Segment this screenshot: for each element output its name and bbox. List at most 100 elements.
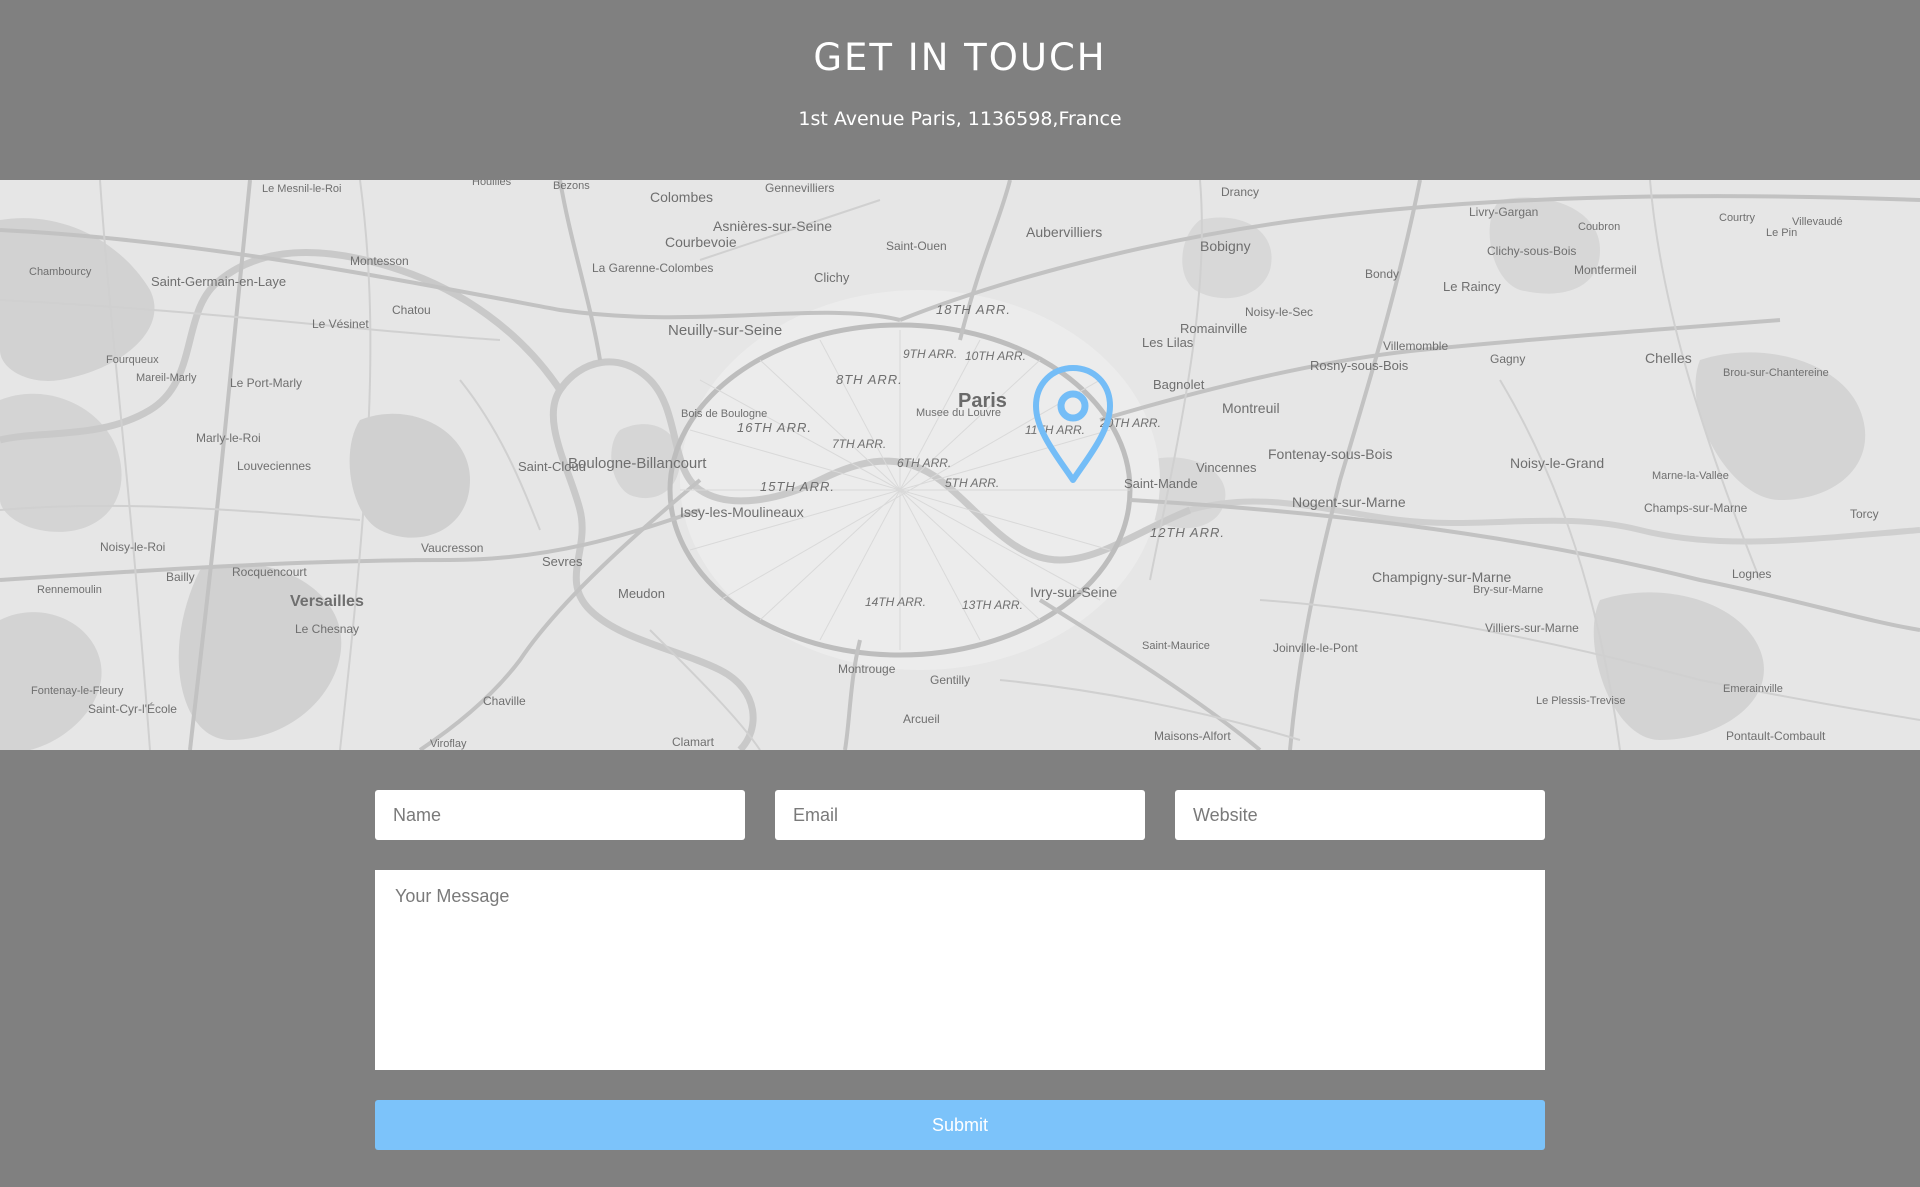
map-label-arcueil: Arcueil (903, 712, 940, 726)
map-label-coubron: Coubron (1578, 221, 1620, 233)
map-label-montrouge: Montrouge (838, 662, 896, 676)
map-label-fontenay: Fontenay-sous-Bois (1268, 446, 1393, 462)
map-label-arr15: 15TH ARR. (760, 479, 835, 494)
map-label-arr16: 16TH ARR. (737, 420, 812, 435)
map-label-chaville: Chaville (483, 694, 526, 708)
map-label-le-vesinet: Le Vésinet (312, 317, 369, 331)
map-label-colombes: Colombes (650, 189, 713, 205)
map-label-saint-ouen: Saint-Ouen (886, 239, 947, 253)
map-label-rocquencourt: Rocquencourt (232, 565, 307, 579)
map-label-courbevoie: Courbevoie (665, 234, 737, 250)
map-label-lognes: Lognes (1732, 567, 1771, 581)
map-label-romainville: Romainville (1180, 321, 1247, 336)
map-label-fontenay-fleury: Fontenay-le-Fleury (31, 685, 124, 697)
map-label-houilles: Houilles (472, 180, 512, 188)
map-label-torcy: Torcy (1850, 507, 1879, 521)
map-label-pontault: Pontault-Combault (1726, 729, 1826, 743)
map-label-arr5: 5TH ARR. (945, 476, 999, 490)
map-label-bagnolet: Bagnolet (1153, 377, 1205, 392)
map-label-bry: Bry-sur-Marne (1473, 584, 1543, 596)
map-label-le-plessis: Le Plessis-Trevise (1536, 695, 1625, 707)
map-label-noisy-le-sec: Noisy-le-Sec (1245, 305, 1313, 319)
map-label-nogent: Nogent-sur-Marne (1292, 494, 1406, 510)
map-label-arr14: 14TH ARR. (865, 595, 926, 609)
map-label-marly: Marly-le-Roi (196, 431, 261, 445)
map-label-arr12: 12TH ARR. (1150, 525, 1225, 540)
map-label-arr13: 13TH ARR. (962, 598, 1023, 612)
map-label-drancy: Drancy (1221, 185, 1259, 199)
map-label-le-pin: Le Pin (1766, 227, 1797, 239)
map-label-villiers: Villiers-sur-Marne (1485, 621, 1579, 635)
map-canvas: Paris Neuilly-sur-Seine Boulogne-Billanc… (0, 180, 1920, 750)
map-label-bezons: Bezons (553, 180, 590, 192)
map-label-emerainville: Emerainville (1723, 683, 1783, 695)
map-label-le-raincy: Le Raincy (1443, 279, 1501, 294)
map-label-courtry: Courtry (1719, 212, 1756, 224)
map-label-clamart: Clamart (672, 735, 715, 749)
map-label-mareil: Mareil-Marly (136, 372, 197, 384)
map-label-boulogne: Boulogne-Billancourt (568, 455, 707, 472)
submit-button[interactable]: Submit (375, 1100, 1545, 1150)
map-label-clichy: Clichy (814, 270, 850, 285)
map-label-aubervilliers: Aubervilliers (1026, 224, 1102, 240)
map-label-le-port-marly: Le Port-Marly (230, 376, 302, 390)
map-label-rennemoulin: Rennemoulin (37, 584, 102, 596)
map-label-ivry: Ivry-sur-Seine (1030, 584, 1117, 600)
map-label-montreuil: Montreuil (1222, 400, 1280, 416)
map-label-arr8: 8TH ARR. (836, 372, 903, 387)
map-label-montfermeil: Montfermeil (1574, 263, 1637, 277)
map-label-les-lilas: Les Lilas (1142, 335, 1194, 350)
website-input[interactable] (1175, 790, 1545, 840)
map-label-saint-cyr: Saint-Cyr-l'École (88, 701, 177, 716)
map-label-rosny: Rosny-sous-Bois (1310, 358, 1409, 373)
map-label-maisons-alfort: Maisons-Alfort (1154, 729, 1231, 743)
map-label-gennevilliers: Gennevilliers (765, 181, 834, 195)
email-input[interactable] (775, 790, 1145, 840)
map-label-issy: Issy-les-Moulineaux (680, 504, 804, 520)
map-label-arr6: 6TH ARR. (897, 456, 951, 470)
location-map[interactable]: Paris Neuilly-sur-Seine Boulogne-Billanc… (0, 180, 1920, 750)
map-label-neuilly: Neuilly-sur-Seine (668, 322, 782, 339)
address-text: 1st Avenue Paris, 1136598,France (798, 108, 1122, 130)
map-label-arr11: 11TH ARR. (1025, 423, 1085, 437)
map-label-arr7: 7TH ARR. (832, 437, 886, 451)
map-label-livry: Livry-Gargan (1469, 205, 1538, 219)
map-label-fourqueux: Fourqueux (106, 354, 159, 366)
map-label-bondy: Bondy (1365, 267, 1399, 281)
map-label-villevaude: Villevaudé (1792, 216, 1843, 228)
map-label-arr18: 18TH ARR. (936, 302, 1011, 317)
page-title: GET IN TOUCH (813, 36, 1107, 79)
message-textarea[interactable] (375, 870, 1545, 1070)
map-label-noisy-le-grand: Noisy-le-Grand (1510, 455, 1604, 471)
map-label-louvre: Musee du Louvre (916, 407, 1001, 419)
map-label-brou: Brou-sur-Chantereine (1723, 367, 1829, 379)
map-label-meudon: Meudon (618, 586, 665, 601)
map-label-champs: Champs-sur-Marne (1644, 501, 1748, 515)
map-label-joinville: Joinville-le-Pont (1273, 641, 1358, 655)
map-label-noisy-le-roi: Noisy-le-Roi (100, 540, 165, 554)
map-label-chambourcy: Chambourcy (29, 266, 92, 278)
map-label-la-garenne: La Garenne-Colombes (592, 261, 713, 275)
map-label-asnieres: Asnières-sur-Seine (713, 218, 832, 234)
map-label-vaucresson: Vaucresson (421, 541, 483, 555)
map-label-villemomble: Villemomble (1383, 339, 1448, 353)
map-label-gagny: Gagny (1490, 352, 1525, 366)
map-label-vincennes: Vincennes (1196, 460, 1257, 475)
map-label-bailly: Bailly (166, 570, 195, 584)
map-label-arr10: 10TH ARR. (965, 349, 1026, 363)
map-label-louveciennes: Louveciennes (237, 459, 311, 473)
contact-header: GET IN TOUCH 1st Avenue Paris, 1136598,F… (0, 0, 1920, 180)
map-label-saint-germain: Saint-Germain-en-Laye (151, 274, 286, 289)
map-label-saint-mande: Saint-Mande (1124, 476, 1198, 491)
map-label-chatou: Chatou (392, 303, 431, 317)
map-label-gentilly: Gentilly (930, 673, 970, 687)
map-label-saint-maurice: Saint-Maurice (1142, 640, 1210, 652)
map-label-saint-cloud: Saint-Cloud (518, 459, 586, 474)
map-label-viroflay: Viroflay (430, 738, 467, 750)
map-label-le-mesnil: Le Mesnil-le-Roi (262, 183, 341, 195)
map-label-sevres: Sevres (542, 554, 583, 569)
map-label-le-chesnay: Le Chesnay (295, 622, 359, 636)
name-input[interactable] (375, 790, 745, 840)
map-label-bobigny: Bobigny (1200, 238, 1251, 254)
map-label-chelles: Chelles (1645, 350, 1692, 366)
